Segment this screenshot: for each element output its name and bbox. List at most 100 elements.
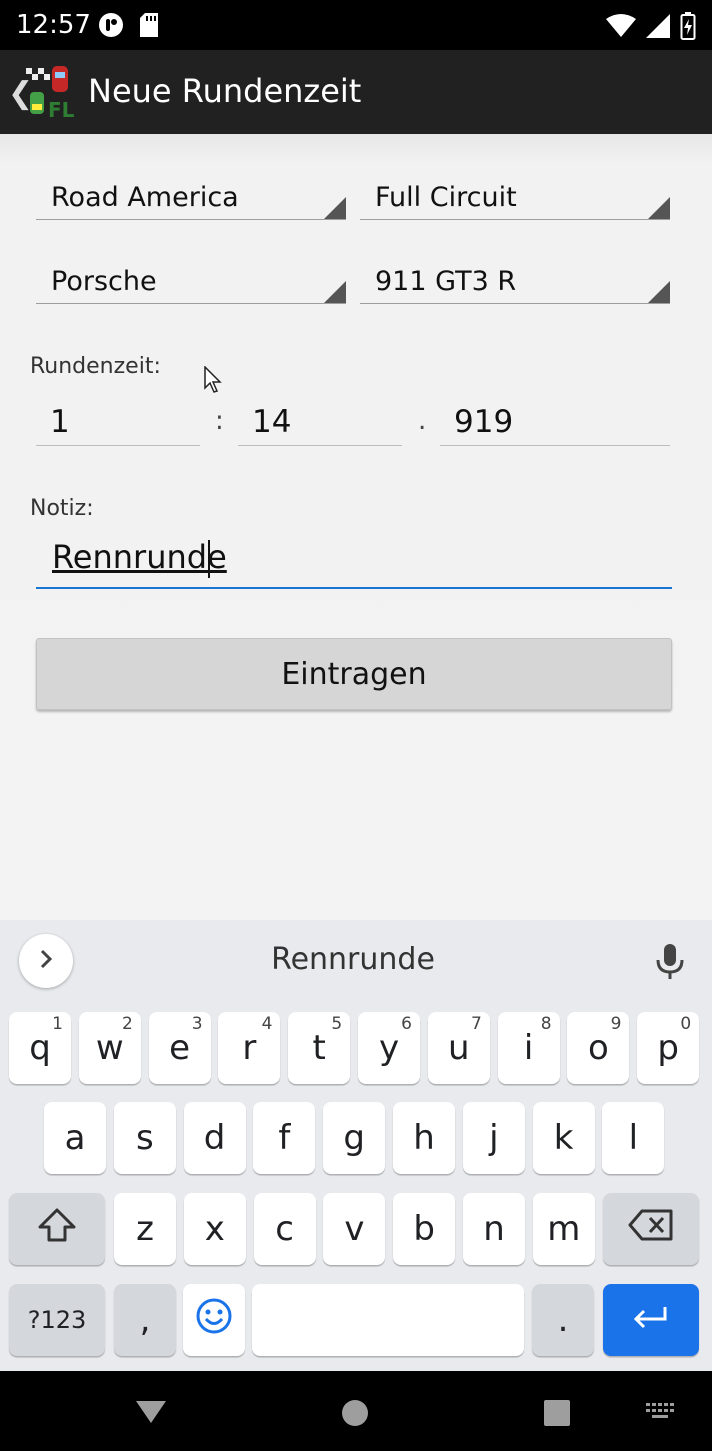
car-value: 911 GT3 R: [375, 266, 517, 297]
key-s-label: s: [135, 1118, 154, 1158]
submit-button[interactable]: Eintragen: [36, 638, 672, 710]
dropdown-triangle-icon: [648, 197, 670, 219]
key-i-hint: 8: [540, 1014, 552, 1034]
emoji-icon: [195, 1297, 233, 1344]
backspace-key[interactable]: [603, 1193, 699, 1265]
symbols-key-label: ?123: [27, 1306, 87, 1334]
key-e-hint: 3: [191, 1014, 203, 1034]
key-n-label: n: [483, 1209, 505, 1249]
emoji-key[interactable]: [183, 1284, 245, 1356]
key-e[interactable]: e3: [148, 1012, 211, 1084]
minutes-input[interactable]: 1: [36, 396, 200, 446]
key-r[interactable]: r4: [218, 1012, 281, 1084]
key-f[interactable]: f: [253, 1102, 316, 1174]
car-spinner[interactable]: 911 GT3 R: [360, 256, 670, 304]
notification-icon: [98, 12, 124, 42]
layout-spinner[interactable]: Full Circuit: [360, 172, 670, 220]
key-x-label: x: [204, 1209, 225, 1249]
app-bar: ❮ FL Neue Rundenzeit: [0, 50, 712, 134]
milliseconds-value: 919: [454, 404, 514, 440]
key-y-label: y: [378, 1028, 400, 1068]
layout-value: Full Circuit: [375, 182, 517, 213]
key-s[interactable]: s: [113, 1102, 176, 1174]
key-m[interactable]: m: [532, 1193, 595, 1265]
text-caret: [208, 540, 210, 578]
key-w-hint: 2: [121, 1014, 133, 1034]
key-x[interactable]: x: [183, 1193, 246, 1265]
key-d[interactable]: d: [183, 1102, 246, 1174]
shift-arrow-icon: [37, 1207, 77, 1252]
key-p-hint: 0: [680, 1014, 692, 1034]
key-h[interactable]: h: [393, 1102, 455, 1174]
period-key[interactable]: .: [532, 1284, 594, 1356]
key-o[interactable]: o9: [567, 1012, 630, 1084]
key-b[interactable]: b: [393, 1193, 456, 1265]
milliseconds-input[interactable]: 919: [440, 396, 670, 446]
space-key[interactable]: [252, 1284, 524, 1356]
key-o-hint: 9: [610, 1014, 622, 1034]
key-j[interactable]: j: [462, 1102, 525, 1174]
note-input[interactable]: Rennrunde: [36, 534, 672, 589]
sd-card-icon: [138, 12, 160, 42]
keyboard-switch-icon[interactable]: [646, 1403, 674, 1427]
form-content: Road America Full Circuit Porsche 911 GT…: [0, 134, 712, 920]
shift-key[interactable]: [9, 1193, 105, 1265]
key-p[interactable]: p0: [637, 1012, 700, 1084]
key-a[interactable]: a: [44, 1102, 106, 1174]
recents-square-icon[interactable]: [543, 1399, 571, 1431]
home-circle-icon[interactable]: [341, 1399, 369, 1431]
key-v-label: v: [344, 1209, 365, 1249]
key-l[interactable]: l: [602, 1102, 665, 1174]
track-spinner[interactable]: Road America: [36, 172, 346, 220]
key-y[interactable]: y6: [358, 1012, 420, 1084]
note-value: Rennrunde: [52, 538, 227, 576]
app-title: Neue Rundenzeit: [88, 72, 362, 110]
key-r-hint: 4: [261, 1014, 273, 1034]
mouse-pointer-icon: [204, 365, 224, 398]
app-logo[interactable]: FL: [26, 64, 78, 122]
key-w[interactable]: w2: [78, 1012, 141, 1084]
dropdown-triangle-icon: [324, 281, 346, 303]
key-t-label: t: [312, 1028, 326, 1068]
key-w-label: w: [95, 1028, 124, 1068]
status-time: 12:57: [16, 10, 91, 40]
key-e-label: e: [169, 1028, 191, 1068]
key-t[interactable]: t5: [288, 1012, 351, 1084]
key-k-label: k: [553, 1118, 574, 1158]
key-n[interactable]: n: [463, 1193, 525, 1265]
suggestion-word[interactable]: Rennrunde: [200, 942, 506, 977]
track-value: Road America: [51, 182, 239, 213]
note-label: Notiz:: [30, 496, 94, 521]
key-c[interactable]: c: [253, 1193, 316, 1265]
expand-suggestions-button[interactable]: [19, 934, 73, 988]
key-q-label: q: [29, 1028, 51, 1068]
back-triangle-icon[interactable]: [136, 1399, 166, 1429]
colon-separator: :: [215, 406, 224, 436]
key-i[interactable]: i8: [497, 1012, 560, 1084]
key-k[interactable]: k: [532, 1102, 595, 1174]
key-q[interactable]: q1: [9, 1012, 71, 1084]
key-b-label: b: [413, 1209, 435, 1249]
key-d-label: d: [203, 1118, 226, 1158]
seconds-value: 14: [252, 404, 292, 440]
soft-keyboard: Rennrunde q1w2e3r4t5y6u7i8o9p0asdfghjklz…: [0, 920, 712, 1371]
period-key-label: .: [557, 1300, 569, 1340]
comma-key-label: ,: [139, 1300, 151, 1340]
key-g-label: g: [343, 1118, 365, 1158]
microphone-icon[interactable]: [654, 942, 686, 984]
dot-separator: .: [418, 406, 427, 436]
logo-text: FL: [48, 98, 75, 120]
symbols-key[interactable]: ?123: [9, 1284, 105, 1356]
key-v[interactable]: v: [323, 1193, 386, 1265]
minutes-value: 1: [50, 404, 70, 440]
key-g[interactable]: g: [323, 1102, 386, 1174]
seconds-input[interactable]: 14: [238, 396, 402, 446]
key-i-label: i: [523, 1028, 534, 1068]
enter-key[interactable]: [603, 1284, 699, 1356]
key-z[interactable]: z: [114, 1193, 176, 1265]
key-z-label: z: [136, 1209, 154, 1249]
signal-icon: [646, 14, 670, 42]
manufacturer-spinner[interactable]: Porsche: [36, 256, 346, 304]
key-u[interactable]: u7: [427, 1012, 490, 1084]
comma-key[interactable]: ,: [114, 1284, 176, 1356]
